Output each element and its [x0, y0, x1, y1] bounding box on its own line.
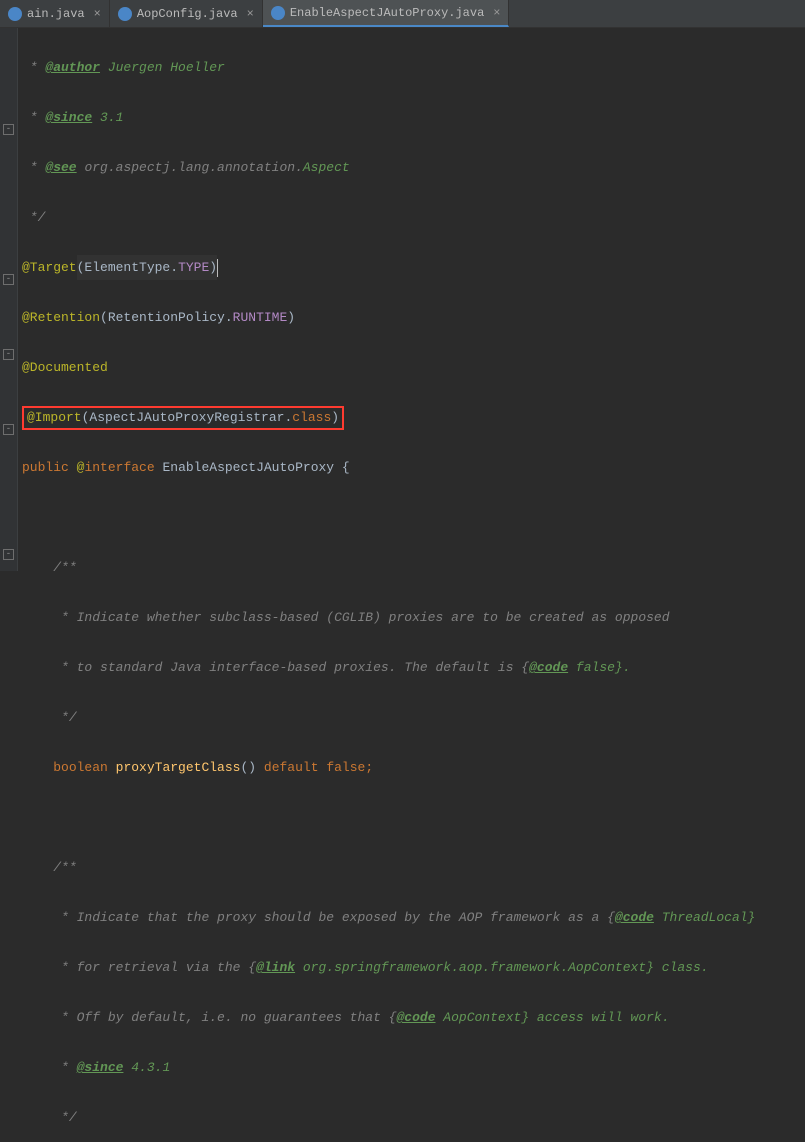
tab-enableaspectjautoproxy[interactable]: EnableAspectJAutoProxy.java × — [263, 0, 510, 27]
fold-icon[interactable]: - — [3, 349, 14, 360]
fold-icon[interactable]: - — [3, 549, 14, 560]
tab-label: ain.java — [27, 7, 85, 21]
close-icon[interactable]: × — [247, 7, 254, 21]
class-file-icon — [118, 7, 132, 21]
tab-label: AopConfig.java — [137, 7, 238, 21]
class-file-icon — [271, 6, 285, 20]
tab-ainjava[interactable]: ain.java × — [0, 0, 110, 27]
fold-icon[interactable]: - — [3, 424, 14, 435]
close-icon[interactable]: × — [493, 6, 500, 20]
tab-aopconfig[interactable]: AopConfig.java × — [110, 0, 263, 27]
editor-area: - - - - - * @author Juergen Hoeller * @s… — [0, 28, 805, 571]
java-file-icon — [8, 7, 22, 21]
fold-icon[interactable]: - — [3, 124, 14, 135]
tab-label: EnableAspectJAutoProxy.java — [290, 6, 484, 20]
gutter: - - - - - — [0, 28, 18, 571]
text-caret — [217, 259, 218, 277]
fold-icon[interactable]: - — [3, 274, 14, 285]
close-icon[interactable]: × — [94, 7, 101, 21]
editor-tabs: ain.java × AopConfig.java × EnableAspect… — [0, 0, 805, 28]
code-content[interactable]: * @author Juergen Hoeller * @since 3.1 *… — [18, 28, 755, 571]
highlighted-import-line: @Import(AspectJAutoProxyRegistrar.class) — [22, 406, 344, 430]
